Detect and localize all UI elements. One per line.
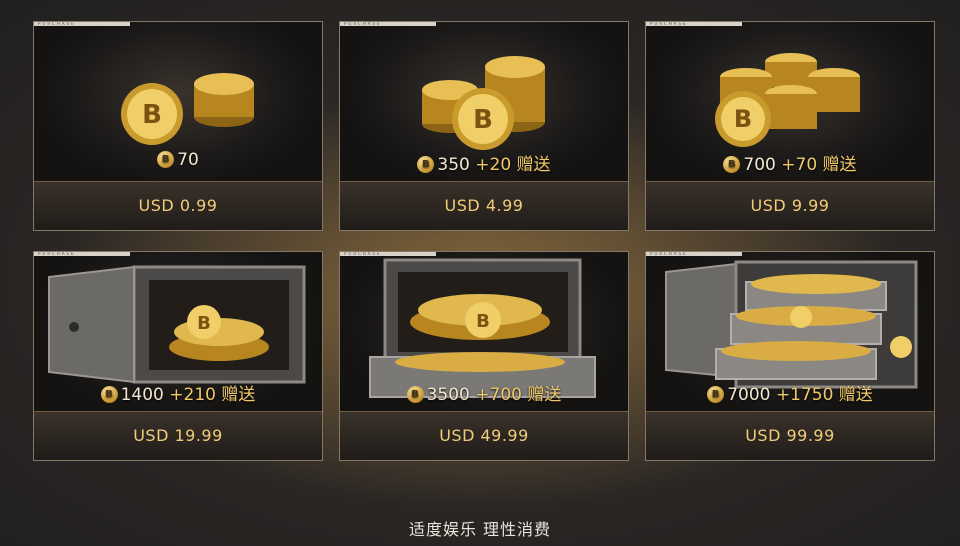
bonus-label: +700 赠送 bbox=[475, 385, 562, 405]
bonus-label: +210 赠送 bbox=[169, 385, 256, 405]
svg-text:B: B bbox=[476, 311, 490, 332]
amount-value: 70 bbox=[177, 150, 199, 170]
coin-amount: 700 +70 赠送 bbox=[646, 150, 934, 175]
coins-pile-illustration: B 700 +70 赠送 bbox=[646, 22, 934, 182]
coins-small-illustration: B 70 bbox=[34, 22, 322, 182]
price-button[interactable]: USD 9.99 bbox=[646, 181, 934, 230]
coin-amount: 3500 +700 赠送 bbox=[340, 380, 628, 405]
bonus-label: +1750 赠送 bbox=[775, 385, 873, 405]
safe-open-illustration: B 1400 +210 赠送 bbox=[34, 252, 322, 412]
coin-amount: 1400 +210 赠送 bbox=[34, 380, 322, 405]
svg-text:B: B bbox=[473, 105, 493, 135]
package-card-7000[interactable]: 7000 +1750 赠送 PURCHASE USD 99.99 bbox=[645, 251, 935, 461]
safe-icon: B bbox=[48, 265, 306, 384]
package-card-3500[interactable]: B 3500 +700 赠送 PURCHASE USD 49.99 bbox=[339, 251, 629, 461]
coin-amount: 350 +20 赠送 bbox=[340, 150, 628, 175]
package-card-350[interactable]: B 350 +20 赠送 PURCHASE USD 4.99 bbox=[339, 21, 629, 231]
card-tag: PURCHASE bbox=[34, 252, 130, 256]
card-tag: PURCHASE bbox=[340, 22, 436, 26]
coin-icon bbox=[723, 156, 741, 173]
coin-icon bbox=[417, 156, 435, 173]
bonus-label: +70 赠送 bbox=[781, 155, 857, 175]
coin-amount: 7000 +1750 赠送 bbox=[646, 380, 934, 405]
bonus-label: +20 赠送 bbox=[475, 155, 551, 175]
package-card-700[interactable]: B 700 +70 赠送 PURCHASE USD 9.99 bbox=[645, 21, 935, 231]
price-button[interactable]: USD 19.99 bbox=[34, 411, 322, 460]
card-tag: PURCHASE bbox=[340, 252, 436, 256]
coin-stack-icon: B bbox=[121, 73, 254, 145]
price-button[interactable]: USD 49.99 bbox=[340, 411, 628, 460]
amount-value: 3500 bbox=[426, 385, 470, 405]
amount-value: 350 bbox=[437, 155, 470, 175]
coin-amount: 70 bbox=[34, 150, 322, 170]
package-card-1400[interactable]: B 1400 +210 赠送 PURCHASE USD 19.99 bbox=[33, 251, 323, 461]
price-button[interactable]: USD 4.99 bbox=[340, 181, 628, 230]
safe-icon bbox=[665, 260, 918, 389]
safe-full-illustration: 7000 +1750 赠送 bbox=[646, 252, 934, 412]
coin-pile-icon: B bbox=[715, 53, 860, 147]
card-tag: PURCHASE bbox=[34, 22, 130, 26]
svg-text:B: B bbox=[197, 313, 211, 334]
package-card-70[interactable]: B 70 PURCHASE USD 0.99 bbox=[33, 21, 323, 231]
card-tag: PURCHASE bbox=[646, 252, 742, 256]
responsible-gaming-notice: 适度娱乐 理性消费 bbox=[408, 520, 552, 539]
coin-icon bbox=[406, 386, 424, 403]
svg-text:B: B bbox=[142, 100, 162, 130]
card-tag: PURCHASE bbox=[646, 22, 742, 26]
amount-value: 700 bbox=[743, 155, 776, 175]
coin-icon bbox=[100, 386, 118, 403]
amount-value: 1400 bbox=[120, 385, 164, 405]
price-button[interactable]: USD 99.99 bbox=[646, 411, 934, 460]
coin-icon bbox=[707, 386, 725, 403]
coins-stack-illustration: B 350 +20 赠送 bbox=[340, 22, 628, 182]
coin-icon bbox=[157, 151, 175, 168]
coin-stack-icon: B bbox=[422, 56, 545, 150]
package-grid: B 70 PURCHASE USD 0.99 bbox=[0, 0, 960, 546]
amount-value: 7000 bbox=[727, 385, 771, 405]
safe-drawer-illustration: B 3500 +700 赠送 bbox=[340, 252, 628, 412]
price-button[interactable]: USD 0.99 bbox=[34, 181, 322, 230]
svg-text:B: B bbox=[734, 105, 752, 133]
safe-icon: B bbox=[369, 258, 596, 398]
